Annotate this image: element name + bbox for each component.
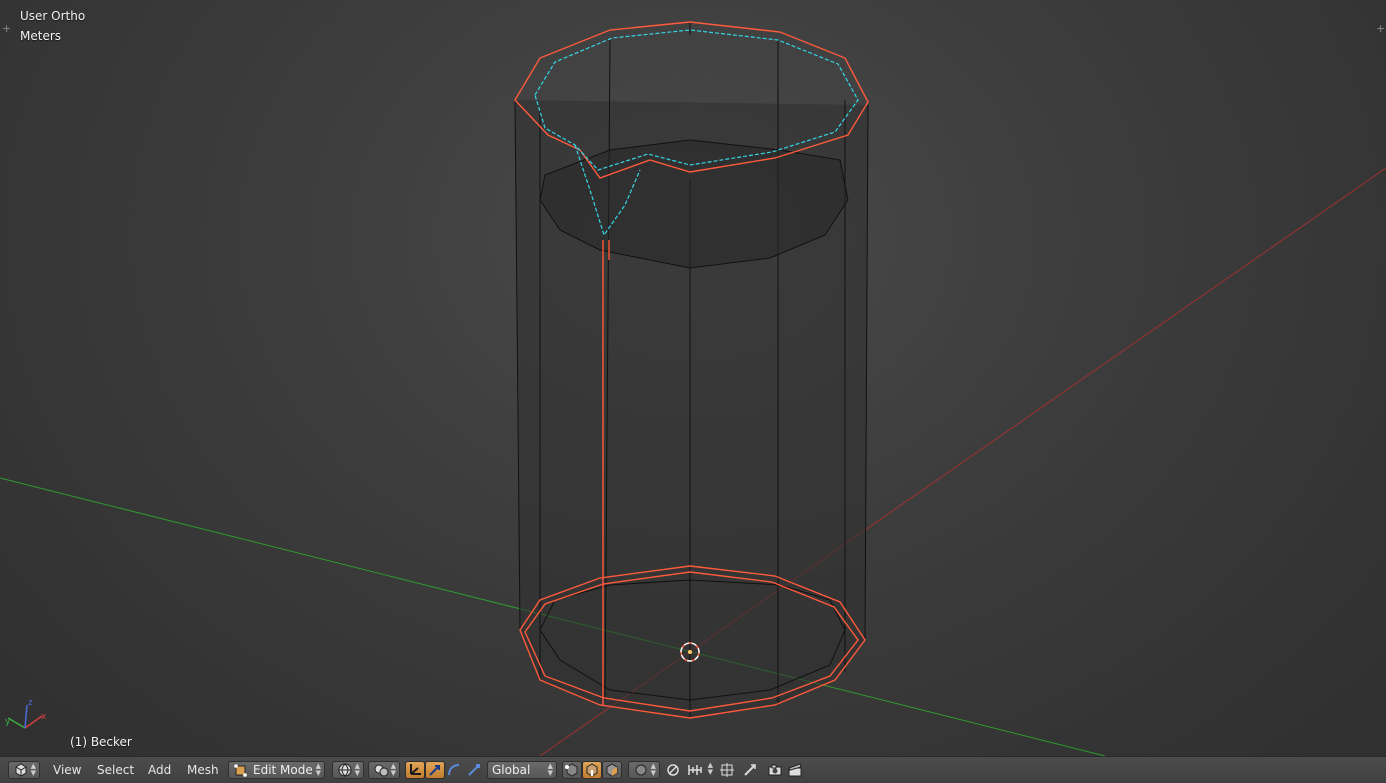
limit-selection-button[interactable]: ▲ ▼ [628, 761, 660, 779]
units-label: Meters [20, 29, 62, 43]
mode-select[interactable]: Edit Mode ▲ ▼ [228, 761, 325, 779]
vertex-select-button[interactable] [562, 761, 582, 779]
gizmo-z-label: z [28, 698, 33, 708]
corner-split-handle-right[interactable]: + [1376, 22, 1385, 35]
scale-icon [468, 764, 480, 776]
corner-split-handle-left[interactable]: + [2, 22, 11, 35]
chevron-updown-icon: ▲ ▼ [390, 762, 396, 777]
menu-add[interactable]: Add [148, 763, 171, 777]
object-name-label: (1) Becker [70, 735, 132, 749]
translate-icon [429, 765, 440, 776]
menu-view[interactable]: View [53, 763, 81, 777]
limit-selection-icon [635, 764, 647, 776]
3d-viewport[interactable]: y x z User Ortho Meters (1) Becker + + [0, 0, 1386, 756]
transform-orientation-value: Global [492, 763, 531, 777]
axis-gizmo: y x z [5, 698, 47, 729]
proportional-edit-button[interactable] [664, 761, 684, 779]
manipulator-toggle[interactable] [405, 761, 425, 779]
translate-toggle[interactable] [425, 761, 445, 779]
render-animation-button[interactable] [786, 761, 806, 779]
edge-select-icon [586, 763, 598, 777]
rotate-icon [448, 764, 460, 776]
cube-icon [15, 763, 27, 777]
vertex-select-icon [565, 763, 578, 777]
chevron-updown-icon: ▲ ▼ [315, 762, 321, 777]
pivot-point-button[interactable]: ▲ ▼ [368, 761, 400, 779]
manipulator-icon [410, 764, 421, 775]
face-select-button[interactable] [602, 761, 622, 779]
globe-icon [338, 763, 352, 777]
snap-target-button[interactable] [718, 761, 738, 779]
view-name-label: User Ortho [20, 9, 86, 23]
snap-increment-icon [688, 765, 702, 775]
chevron-updown-icon: ▲ ▼ [707, 761, 713, 776]
chevron-updown-icon: ▲ ▼ [650, 762, 656, 777]
edit-mode-icon [234, 764, 247, 777]
viewport-scene: y x z [0, 21, 1386, 756]
edge-select-button[interactable] [582, 761, 602, 779]
proportional-edit-icon [667, 764, 679, 776]
chevron-updown-icon: ▲ ▼ [547, 762, 553, 777]
render-still-button[interactable] [766, 761, 786, 779]
gizmo-y-label: y [5, 717, 11, 727]
snap-element-button[interactable]: ▲ ▼ [686, 761, 716, 779]
beaker-mesh [514, 22, 869, 719]
chevron-updown-icon: ▲ ▼ [30, 762, 36, 777]
pivot-icon [374, 764, 389, 777]
editor-type-button[interactable]: ▲ ▼ [8, 761, 40, 779]
scale-toggle[interactable] [465, 761, 485, 779]
transform-orientation-select[interactable]: Global ▲ ▼ [487, 761, 557, 779]
clapper-render-icon [788, 763, 802, 777]
snap-target-icon [720, 763, 734, 777]
viewport-shading-button[interactable]: ▲ ▼ [332, 761, 364, 779]
magnet-icon [744, 764, 756, 776]
camera-render-icon [768, 764, 782, 776]
face-select-icon [606, 763, 618, 777]
menu-mesh[interactable]: Mesh [187, 763, 219, 777]
menu-select[interactable]: Select [97, 763, 134, 777]
mode-select-value: Edit Mode [253, 763, 313, 777]
chevron-updown-icon: ▲ ▼ [354, 762, 360, 777]
snap-toggle-button[interactable] [741, 761, 761, 779]
rotate-toggle[interactable] [445, 761, 465, 779]
gizmo-x-label: x [41, 712, 47, 722]
viewport-header: ▲ ▼ View Select Add Mesh Edit Mode ▲ ▼ ▲ ▼ … [0, 756, 1386, 783]
